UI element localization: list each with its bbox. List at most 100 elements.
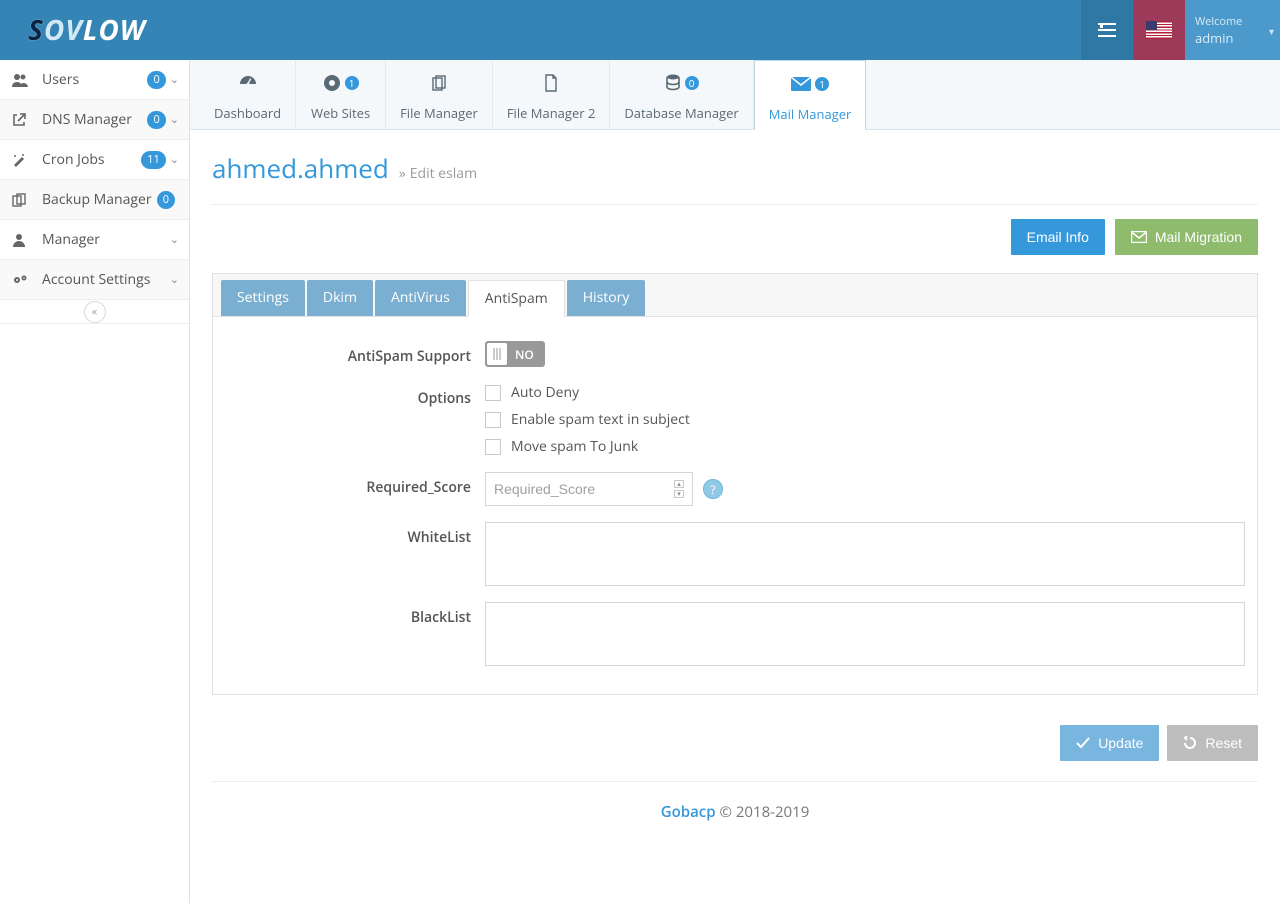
tab-mail-manager[interactable]: 1 Mail Manager xyxy=(754,60,867,130)
sidebar-item-label: Backup Manager xyxy=(42,190,157,209)
blacklist-label: BlackList xyxy=(225,602,485,627)
sidebar-badge: 0 xyxy=(147,71,165,89)
option-label: Auto Deny xyxy=(511,383,579,402)
content: Dashboard 1 Web Sites File Manager xyxy=(190,60,1280,903)
wand-icon xyxy=(12,153,32,167)
checkbox-move-junk[interactable] xyxy=(485,439,501,455)
sidebar-item-label: DNS Manager xyxy=(42,110,147,129)
chevron-down-icon: ⌄ xyxy=(170,72,179,87)
update-label: Update xyxy=(1098,735,1143,751)
help-button[interactable]: ? xyxy=(703,479,723,499)
copy-icon xyxy=(12,193,32,207)
settings-panel: Settings Dkim AntiVirus AntiSpam History… xyxy=(212,273,1258,695)
option-spam-subject: Enable spam text in subject xyxy=(485,410,1245,429)
required-score-input[interactable] xyxy=(494,481,668,497)
sidebar-item-label: Users xyxy=(42,70,147,89)
sidebar-item-manager[interactable]: Manager ⌄ xyxy=(0,220,189,260)
check-icon xyxy=(1076,737,1090,749)
sidebar-badge: 0 xyxy=(147,111,165,129)
undo-icon xyxy=(1183,736,1197,750)
sidebar-item-label: Manager xyxy=(42,230,170,249)
bottom-actions: Update Reset xyxy=(212,695,1258,781)
checkbox-auto-deny[interactable] xyxy=(485,385,501,401)
sidebar-item-account-settings[interactable]: Account Settings ⌄ xyxy=(0,260,189,300)
tab-database-manager[interactable]: 0 Database Manager xyxy=(610,60,753,129)
gears-icon xyxy=(12,273,32,287)
chevron-down-icon: ⌄ xyxy=(170,232,179,247)
update-button[interactable]: Update xyxy=(1060,725,1159,761)
page: ahmed.ahmed » Edit eslam Email Info Mail… xyxy=(190,130,1280,903)
email-info-label: Email Info xyxy=(1027,229,1089,245)
user-menu[interactable]: Welcome admin ▾ xyxy=(1185,0,1280,60)
row-options: Options Auto Deny Enable spam text in su… xyxy=(225,375,1245,464)
required-score-label: Required_Score xyxy=(225,472,485,497)
envelope-icon xyxy=(791,77,811,91)
email-info-button[interactable]: Email Info xyxy=(1011,219,1105,255)
whitelist-textarea[interactable] xyxy=(485,522,1245,586)
required-score-input-wrap: ▴ ▾ xyxy=(485,472,693,506)
tab-label: Dashboard xyxy=(214,104,281,122)
tab-badge: 0 xyxy=(685,76,699,90)
tab-label: Web Sites xyxy=(311,104,370,122)
flag-us-icon xyxy=(1146,21,1172,39)
footer-brand-link[interactable]: Gobacp xyxy=(661,802,716,822)
mail-migration-button[interactable]: Mail Migration xyxy=(1115,219,1258,255)
sidebar-item-dns-manager[interactable]: DNS Manager 0 ⌄ xyxy=(0,100,189,140)
tab-file-manager-2[interactable]: File Manager 2 xyxy=(493,60,611,129)
sidebar-item-label: Account Settings xyxy=(42,270,170,289)
panel-tab-history[interactable]: History xyxy=(567,280,646,316)
user-icon xyxy=(12,233,32,247)
tab-badge: 1 xyxy=(815,77,829,91)
stepper-down[interactable]: ▾ xyxy=(674,490,684,498)
page-subtitle: » Edit eslam xyxy=(399,164,477,183)
panel-tab-antivirus[interactable]: AntiVirus xyxy=(375,280,466,316)
tab-label: File Manager 2 xyxy=(507,104,596,122)
panel-tab-antispam[interactable]: AntiSpam xyxy=(468,280,565,317)
stepper-up[interactable]: ▴ xyxy=(674,480,684,488)
page-subtitle-text: Edit eslam xyxy=(410,164,477,183)
panel-tab-dkim[interactable]: Dkim xyxy=(307,280,373,316)
chevron-right-icon: » xyxy=(399,164,406,183)
tab-label: File Manager xyxy=(400,104,478,122)
sidebar-item-users[interactable]: Users 0 ⌄ xyxy=(0,60,189,100)
username-label: admin xyxy=(1195,29,1262,47)
files-icon xyxy=(430,74,448,92)
help-icon: ? xyxy=(710,481,715,498)
panel-tabs: Settings Dkim AntiVirus AntiSpam History xyxy=(213,274,1257,317)
sidebar-badge: 0 xyxy=(157,191,175,209)
users-icon xyxy=(12,73,32,87)
reset-button[interactable]: Reset xyxy=(1167,725,1258,761)
external-link-icon xyxy=(12,113,32,127)
blacklist-textarea[interactable] xyxy=(485,602,1245,666)
antispam-support-toggle[interactable]: NO xyxy=(485,341,545,367)
database-icon xyxy=(665,74,681,92)
logo[interactable]: SOVLOW xyxy=(0,11,146,49)
topbar-menu-button[interactable] xyxy=(1081,0,1133,60)
main: Users 0 ⌄ DNS Manager 0 ⌄ Cron Jobs 11 ⌄… xyxy=(0,60,1280,903)
checkbox-spam-subject[interactable] xyxy=(485,412,501,428)
footer: Gobacp © 2018-2019 xyxy=(212,781,1258,822)
panel-tab-settings[interactable]: Settings xyxy=(221,280,305,316)
sidebar: Users 0 ⌄ DNS Manager 0 ⌄ Cron Jobs 11 ⌄… xyxy=(0,60,190,903)
chevron-left-icon: « xyxy=(92,304,97,319)
option-label: Move spam To Junk xyxy=(511,437,638,456)
chevron-down-icon: ⌄ xyxy=(170,112,179,127)
sidebar-collapse-button[interactable]: « xyxy=(84,301,106,323)
sidebar-item-label: Cron Jobs xyxy=(42,150,141,169)
chevron-down-icon: ▾ xyxy=(1269,24,1274,38)
language-button[interactable] xyxy=(1133,0,1185,60)
antispam-support-label: AntiSpam Support xyxy=(225,341,485,366)
page-title: ahmed.ahmed xyxy=(212,150,389,186)
sidebar-item-cron-jobs[interactable]: Cron Jobs 11 ⌄ xyxy=(0,140,189,180)
tab-file-manager[interactable]: File Manager xyxy=(386,60,493,129)
tab-dashboard[interactable]: Dashboard xyxy=(200,60,296,129)
topbar-right: Welcome admin ▾ xyxy=(1081,0,1280,60)
welcome-label: Welcome xyxy=(1195,14,1262,29)
chevron-down-icon: ⌄ xyxy=(170,152,179,167)
envelope-icon xyxy=(1131,231,1147,243)
sidebar-item-backup-manager[interactable]: Backup Manager 0 xyxy=(0,180,189,220)
tab-web-sites[interactable]: 1 Web Sites xyxy=(296,60,386,129)
page-header: ahmed.ahmed » Edit eslam xyxy=(212,150,1258,205)
row-required-score: Required_Score ▴ ▾ xyxy=(225,464,1245,514)
option-auto-deny: Auto Deny xyxy=(485,383,1245,402)
